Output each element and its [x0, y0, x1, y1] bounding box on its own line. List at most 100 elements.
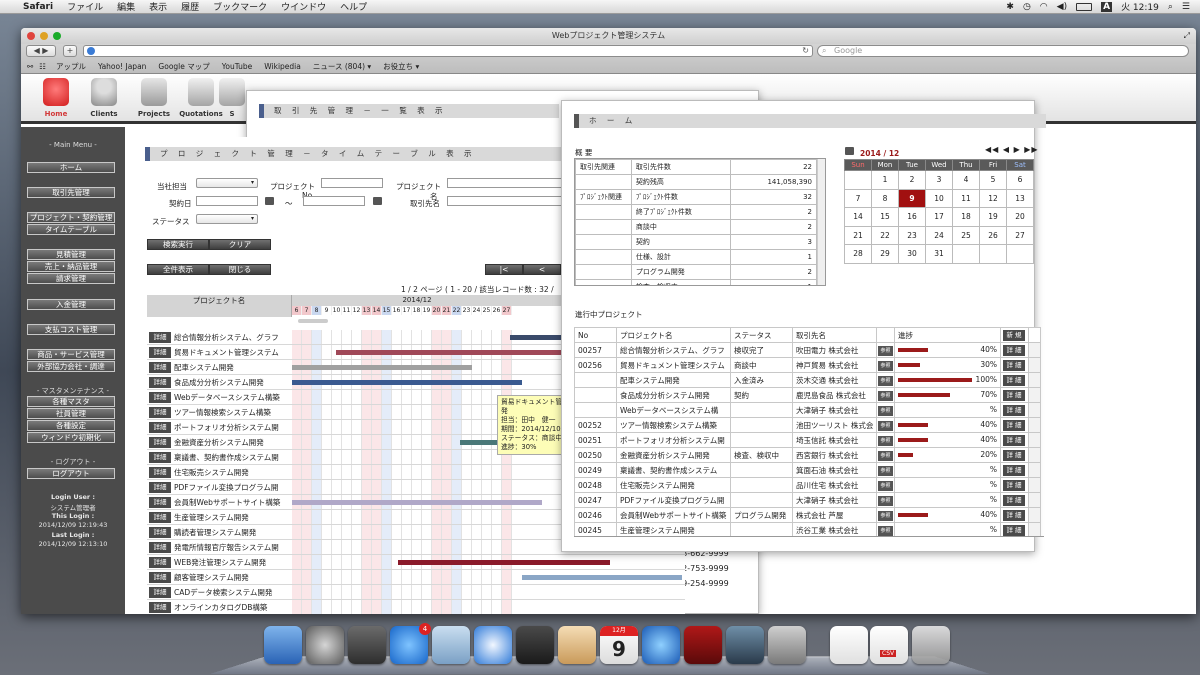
calendar-prev-icon[interactable]: ◀	[1003, 145, 1010, 154]
detail-button[interactable]: 詳細	[149, 452, 171, 463]
calendar-day[interactable]: 2	[898, 170, 926, 190]
minimize-window-icon[interactable]	[40, 32, 48, 40]
bookmark-news[interactable]: ニュース (804) ▾	[313, 61, 371, 72]
ref-button[interactable]: 参照	[878, 405, 893, 416]
sidebar-settings[interactable]: 各種設定	[27, 420, 115, 431]
ref-button[interactable]: 参照	[878, 390, 893, 401]
gantt-bar[interactable]	[292, 380, 522, 385]
ref-button[interactable]: 参照	[878, 525, 893, 536]
calendar-day[interactable]: 7	[844, 188, 872, 208]
sidebar-logout[interactable]: ログアウト	[27, 468, 115, 479]
sidebar-home[interactable]: ホーム	[27, 162, 115, 173]
detail-button[interactable]: 詳細	[149, 377, 171, 388]
finder-icon[interactable]	[264, 626, 302, 664]
ref-button[interactable]: 参照	[878, 435, 893, 446]
detail-button[interactable]: 詳細	[149, 572, 171, 583]
gantt-bar[interactable]	[398, 560, 610, 565]
photobooth-icon[interactable]	[684, 626, 722, 664]
menu-file[interactable]: ファイル	[60, 0, 110, 13]
calendar-day[interactable]: 28	[844, 244, 872, 264]
calendar-next-icon[interactable]: ▶	[1014, 145, 1021, 154]
menu-edit[interactable]: 編集	[110, 0, 142, 13]
project-name-input[interactable]	[447, 178, 565, 188]
detail-button[interactable]: 詳細	[149, 557, 171, 568]
sidebar-clients[interactable]: 取引先管理	[27, 187, 115, 198]
home-window[interactable]: ホ ー ム 概 要 取引先関連 取引先件数 22 契約残高 141,058,390 ﾌﾟﾛ…	[561, 100, 1046, 552]
input-mode-icon[interactable]: A	[1101, 1, 1113, 12]
ref-button[interactable]: 参照	[878, 360, 893, 371]
back-forward-icon[interactable]: ◀ ▶	[26, 45, 56, 57]
detail-button[interactable]: 詳 細	[1003, 509, 1025, 521]
menu-view[interactable]: 表示	[142, 0, 174, 13]
detail-button[interactable]: 詳細	[149, 542, 171, 553]
calendar-day[interactable]: 27	[1006, 225, 1034, 245]
reload-icon[interactable]: ↻	[802, 46, 809, 55]
gantt-scrollbar[interactable]	[298, 319, 328, 323]
menu-app-name[interactable]: Safari	[16, 2, 60, 12]
ref-button[interactable]: 参照	[878, 450, 893, 461]
battery-icon[interactable]	[1076, 2, 1093, 11]
calendar-day[interactable]: 19	[979, 207, 1007, 227]
sidebar-quotations[interactable]: 見積管理	[27, 249, 115, 260]
calendar-day[interactable]: 8	[871, 188, 899, 208]
ref-button[interactable]: 参照	[878, 375, 893, 386]
ref-button[interactable]: 参照	[878, 495, 893, 506]
calendar-icon[interactable]	[373, 197, 382, 205]
time-machine-icon[interactable]: ◷	[1023, 2, 1031, 12]
contacts-icon[interactable]	[558, 626, 596, 664]
detail-button[interactable]: 詳細	[149, 587, 171, 598]
detail-button[interactable]: 詳細	[149, 392, 171, 403]
ref-button[interactable]: 参照	[878, 345, 893, 356]
calendar-day[interactable]: 1	[871, 170, 899, 190]
detail-button[interactable]: 詳 細	[1003, 404, 1025, 416]
calendar-day[interactable]: 9	[898, 188, 926, 208]
nav-sales[interactable]: S	[217, 76, 247, 118]
bookmark-apple[interactable]: アップル	[56, 61, 86, 72]
prev-page-button[interactable]: <	[523, 264, 561, 275]
menu-clock[interactable]: 火 12:19	[1121, 0, 1159, 13]
calendar-first-icon[interactable]: ◀◀	[985, 145, 999, 154]
first-page-button[interactable]: |<	[485, 264, 523, 275]
contract-date-to[interactable]	[303, 196, 365, 206]
calendar-day[interactable]: 4	[952, 170, 980, 190]
detail-button[interactable]: 詳 細	[1003, 344, 1025, 356]
ref-button[interactable]: 参照	[878, 510, 893, 521]
detail-button[interactable]: 詳細	[149, 497, 171, 508]
volume-icon[interactable]: ◀)	[1057, 2, 1067, 12]
reading-list-icon[interactable]: ⚯	[27, 62, 33, 71]
detail-button[interactable]: 詳 細	[1003, 449, 1025, 461]
mail-icon[interactable]	[432, 626, 470, 664]
bookmark-youtube[interactable]: YouTube	[222, 62, 253, 71]
gantt-bar[interactable]	[292, 500, 542, 505]
bookmarks-icon[interactable]: ☷	[39, 62, 46, 71]
search-field[interactable]: ⌕ Google	[817, 45, 1189, 57]
detail-button[interactable]: 詳 細	[1003, 434, 1025, 446]
bookmark-useful[interactable]: お役立ち ▾	[383, 61, 419, 72]
detail-button[interactable]: 詳 細	[1003, 494, 1025, 506]
bookmark-yahoo[interactable]: Yahoo! Japan	[98, 62, 146, 71]
calendar-day[interactable]: 3	[925, 170, 953, 190]
gantt-bar[interactable]	[522, 575, 682, 580]
calendar-day[interactable]: 21	[844, 225, 872, 245]
sidebar-sales-delivery[interactable]: 売上・納品管理	[27, 261, 115, 272]
detail-button[interactable]: 詳細	[149, 482, 171, 493]
trash-icon[interactable]	[912, 626, 950, 664]
bookmark-wikipedia[interactable]: Wikipedia	[264, 62, 301, 71]
sidebar-partners[interactable]: 外部協力会社・調達	[27, 361, 115, 372]
close-window-icon[interactable]	[27, 32, 35, 40]
sidebar-staff[interactable]: 社員管理	[27, 408, 115, 419]
summary-scrollbar[interactable]	[817, 159, 825, 285]
sidebar-window-reset[interactable]: ウィンドウ初期化	[27, 432, 115, 443]
preferences-icon[interactable]	[768, 626, 806, 664]
sidebar-payments[interactable]: 入金管理	[27, 299, 115, 310]
calendar-day[interactable]: 29	[871, 244, 899, 264]
calendar-day[interactable]: 26	[979, 225, 1007, 245]
client-name-input[interactable]	[447, 196, 565, 206]
iphoto-icon[interactable]	[726, 626, 764, 664]
calendar-day[interactable]: 15	[871, 207, 899, 227]
appstore-icon[interactable]: 4	[390, 623, 431, 664]
detail-button[interactable]: 詳細	[149, 422, 171, 433]
itunes-icon[interactable]	[642, 626, 680, 664]
document-icon[interactable]	[830, 626, 868, 664]
calendar-day[interactable]: 6	[1006, 170, 1034, 190]
